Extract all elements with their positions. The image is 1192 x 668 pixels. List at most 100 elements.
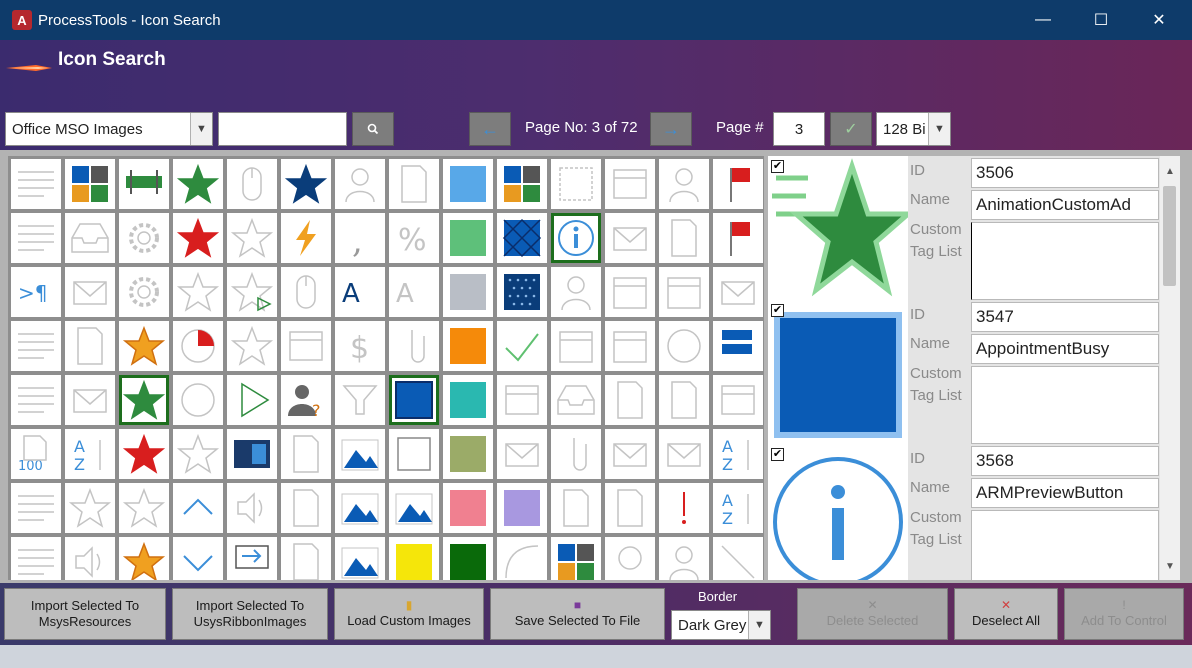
icon-grid-cell[interactable] — [335, 375, 385, 425]
icon-grid-cell[interactable] — [497, 429, 547, 479]
icon-grid-cell[interactable] — [389, 537, 439, 580]
icon-grid-cell[interactable] — [119, 537, 169, 580]
icon-grid-cell[interactable] — [65, 159, 115, 209]
icon-grid-cell[interactable] — [497, 213, 547, 263]
name-field[interactable]: AppointmentBusy — [971, 334, 1159, 364]
icon-grid-cell[interactable] — [713, 537, 763, 580]
icon-grid-cell[interactable] — [659, 429, 709, 479]
scroll-up-icon[interactable]: ▲ — [1160, 166, 1180, 177]
import-msysresources-button[interactable]: Import Selected To MsysResources — [4, 588, 166, 640]
icon-grid-cell[interactable] — [389, 321, 439, 371]
icon-grid-cell[interactable] — [227, 159, 277, 209]
icon-grid-cell[interactable] — [65, 267, 115, 317]
close-button[interactable]: ✕ — [1136, 0, 1182, 40]
chevron-down-icon[interactable]: ▼ — [928, 113, 950, 145]
icon-grid-cell[interactable] — [659, 267, 709, 317]
icon-grid-cell[interactable]: ? — [281, 375, 331, 425]
icon-grid-cell[interactable] — [659, 375, 709, 425]
icon-grid-cell[interactable] — [497, 483, 547, 533]
icon-grid-cell[interactable] — [605, 429, 655, 479]
icon-grid-cell[interactable] — [11, 483, 61, 533]
icon-grid-cell[interactable] — [281, 159, 331, 209]
icon-grid-cell[interactable] — [119, 267, 169, 317]
icon-grid-cell[interactable] — [497, 375, 547, 425]
icon-grid-cell[interactable] — [605, 483, 655, 533]
icon-grid-cell[interactable] — [659, 159, 709, 209]
load-custom-images-button[interactable]: ▮ Load Custom Images — [334, 588, 484, 640]
icon-grid-cell[interactable] — [281, 483, 331, 533]
icon-grid-cell[interactable] — [11, 213, 61, 263]
icon-grid-cell[interactable] — [335, 429, 385, 479]
icon-grid-cell[interactable]: AZ — [713, 483, 763, 533]
icon-grid-cell[interactable] — [497, 537, 547, 580]
id-field[interactable]: 3568 — [971, 446, 1159, 476]
icon-grid-cell[interactable] — [551, 213, 601, 263]
page-number-input[interactable]: 3 — [773, 112, 825, 146]
icon-grid-cell[interactable] — [713, 375, 763, 425]
icon-grid-cell[interactable] — [443, 429, 493, 479]
chevron-down-icon[interactable]: ▼ — [748, 611, 770, 639]
icon-grid-cell[interactable] — [497, 159, 547, 209]
next-page-button[interactable]: → — [650, 112, 692, 146]
icon-grid-cell[interactable] — [11, 159, 61, 209]
icon-grid-cell[interactable] — [11, 537, 61, 580]
icon-grid-cell[interactable] — [119, 159, 169, 209]
icon-grid-cell[interactable] — [551, 321, 601, 371]
border-select[interactable]: Dark Grey ▼ — [671, 610, 771, 640]
icon-grid-cell[interactable] — [551, 429, 601, 479]
icon-grid-cell[interactable] — [119, 213, 169, 263]
icon-grid-cell[interactable] — [605, 267, 655, 317]
icon-grid-cell[interactable] — [119, 483, 169, 533]
icon-grid-cell[interactable] — [659, 321, 709, 371]
delete-selected-button[interactable]: ✕ Delete Selected — [797, 588, 948, 640]
custom-tag-list-field[interactable] — [971, 366, 1159, 444]
icon-grid-cell[interactable] — [443, 321, 493, 371]
icon-grid-cell[interactable] — [335, 483, 385, 533]
icon-grid-cell[interactable] — [281, 429, 331, 479]
icon-grid-cell[interactable] — [389, 375, 439, 425]
scroll-down-icon[interactable]: ▼ — [1160, 561, 1180, 572]
icon-grid-cell[interactable]: % — [389, 213, 439, 263]
image-source-select[interactable]: Office MSO Images ▼ — [5, 112, 213, 146]
icon-grid-cell[interactable]: >¶ — [11, 267, 61, 317]
icon-grid-cell[interactable] — [551, 537, 601, 580]
icon-grid-cell[interactable]: AZ — [65, 429, 115, 479]
save-selected-button[interactable]: ■ Save Selected To File — [490, 588, 665, 640]
icon-grid-cell[interactable]: 100 — [11, 429, 61, 479]
icon-grid-cell[interactable] — [65, 483, 115, 533]
icon-grid-cell[interactable] — [551, 375, 601, 425]
icon-grid-cell[interactable] — [65, 537, 115, 580]
icon-grid-cell[interactable] — [281, 213, 331, 263]
icon-grid-cell[interactable] — [443, 537, 493, 580]
icon-grid-cell[interactable] — [173, 537, 223, 580]
scroll-thumb[interactable] — [1163, 186, 1176, 286]
icon-grid-cell[interactable] — [227, 321, 277, 371]
icon-grid-cell[interactable] — [551, 267, 601, 317]
icon-grid-cell[interactable] — [173, 321, 223, 371]
icon-grid-cell[interactable] — [605, 375, 655, 425]
icon-grid-cell[interactable] — [713, 267, 763, 317]
icon-grid-cell[interactable] — [227, 267, 277, 317]
icon-grid-cell[interactable] — [65, 375, 115, 425]
icon-grid-cell[interactable]: AZ — [713, 429, 763, 479]
maximize-button[interactable]: ☐ — [1078, 0, 1124, 40]
icon-grid-cell[interactable]: A — [389, 267, 439, 317]
icon-grid-cell[interactable] — [605, 159, 655, 209]
icon-grid-cell[interactable]: A — [335, 267, 385, 317]
icon-grid-cell[interactable] — [173, 375, 223, 425]
bit-size-select[interactable]: 128 Bi ▼ — [876, 112, 951, 146]
icon-grid-cell[interactable] — [227, 375, 277, 425]
vertical-scrollbar[interactable]: ▲ ▼ — [1160, 156, 1180, 580]
icon-grid-cell[interactable] — [389, 429, 439, 479]
icon-grid-cell[interactable] — [227, 537, 277, 580]
icon-grid-cell[interactable] — [11, 375, 61, 425]
go-to-page-button[interactable]: ✓ — [830, 112, 872, 146]
icon-grid-cell[interactable] — [713, 321, 763, 371]
icon-grid-cell[interactable] — [11, 321, 61, 371]
icon-grid-cell[interactable] — [119, 375, 169, 425]
icon-grid-cell[interactable] — [713, 213, 763, 263]
icon-grid-cell[interactable] — [227, 483, 277, 533]
icon-grid-cell[interactable] — [335, 537, 385, 580]
icon-grid-cell[interactable] — [443, 159, 493, 209]
id-field[interactable]: 3506 — [971, 158, 1159, 188]
